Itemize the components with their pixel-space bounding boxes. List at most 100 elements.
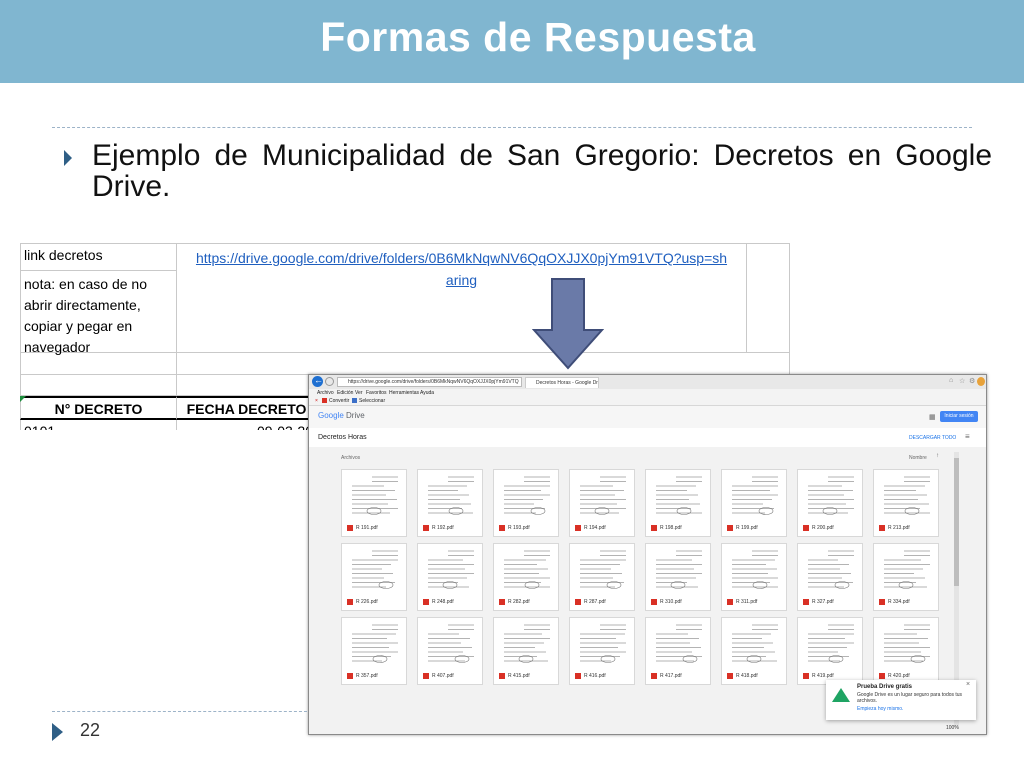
file-name: R 191.pdf [356,525,378,531]
file-name: R 334.pdf [888,599,910,605]
file-tile[interactable]: R 198.pdf [645,469,711,537]
list-view-icon[interactable]: ≡ [965,432,970,441]
file-tile[interactable]: R 282.pdf [493,543,559,611]
file-tile[interactable]: R 248.pdf [417,543,483,611]
file-tile[interactable]: R 311.pdf [721,543,787,611]
cell-fecha-value: 09-03-20 [177,420,317,430]
favorite-seleccionar[interactable]: Seleccionar [359,398,385,404]
back-arrow-icon: ← [314,375,323,385]
file-name: R 226.pdf [356,599,378,605]
document-thumbnail-icon [580,476,626,515]
pdf-icon [879,599,885,605]
document-thumbnail-icon [656,476,702,515]
pdf-icon [803,525,809,531]
file-name: R 357.pdf [356,673,378,679]
menu-item-edicion[interactable]: Edición [337,390,353,396]
file-tile[interactable]: R 310.pdf [645,543,711,611]
close-icon[interactable]: × [966,681,970,688]
menu-item-archivo[interactable]: Archivo [317,390,334,396]
file-name: R 420.pdf [888,673,910,679]
file-tile[interactable]: R 417.pdf [645,617,711,685]
document-thumbnail-icon [428,624,474,663]
home-icon[interactable]: ⌂ [949,377,953,384]
title-bar: Formas de Respuesta [0,0,1024,83]
pdf-icon [423,673,429,679]
file-name: R 416.pdf [584,673,606,679]
cell-link-label: link decretos [20,243,177,271]
cell-comment-marker-icon [20,396,26,402]
scrollbar-thumb[interactable] [954,458,959,586]
smiley-icon[interactable] [977,377,985,386]
pdf-icon [803,673,809,679]
document-thumbnail-icon [580,550,626,589]
browser-tab[interactable]: Decretos Horas - Google Dr... [525,377,599,388]
menu-item-herramientas[interactable]: Herramientas [389,390,419,396]
document-thumbnail-icon [808,624,854,663]
file-tile[interactable]: R 191.pdf [341,469,407,537]
file-tile[interactable]: R 419.pdf [797,617,863,685]
signin-button[interactable]: Iniciar sesión [940,411,978,422]
document-thumbnail-icon [732,624,778,663]
star-icon[interactable]: ☆ [959,377,965,385]
drive-link-line2[interactable]: aring [180,269,743,291]
pdf-icon [803,599,809,605]
file-name: R 200.pdf [812,525,834,531]
file-tile[interactable]: R 192.pdf [417,469,483,537]
promo-link[interactable]: Empieza hoy mismo. [857,706,903,712]
file-name: R 194.pdf [584,525,606,531]
file-name: R 415.pdf [508,673,530,679]
zoom-level[interactable]: 100% [946,725,959,731]
pdf-icon [423,525,429,531]
cell-empty [20,353,177,375]
url-field[interactable]: https://drive.google.com/drive/folders/0… [337,377,522,387]
file-tile[interactable]: R 416.pdf [569,617,635,685]
browser-address-bar: ← https://drive.google.com/drive/folders… [309,375,986,390]
file-tile[interactable]: R 226.pdf [341,543,407,611]
file-tile[interactable]: R 418.pdf [721,617,787,685]
promo-text: Google Drive es un lugar seguro para tod… [857,692,963,704]
download-all-button[interactable]: DESCARGAR TODO [909,435,956,441]
file-tile[interactable]: R 334.pdf [873,543,939,611]
file-tile[interactable]: R 327.pdf [797,543,863,611]
document-thumbnail-icon [580,624,626,663]
drive-logo[interactable]: Google Drive [318,411,365,420]
apps-grid-icon[interactable]: ▦ [929,413,936,421]
promo-popup: Prueba Drive gratis Google Drive es un l… [826,680,976,720]
back-button[interactable]: ← [312,375,323,387]
close-icon[interactable]: × [315,398,318,404]
gear-icon[interactable]: ⚙ [969,377,975,385]
file-tile[interactable]: R 407.pdf [417,617,483,685]
file-name: R 311.pdf [736,599,758,605]
sort-label[interactable]: Nombre [909,455,927,461]
file-tile[interactable]: R 420.pdf [873,617,939,685]
down-arrow-icon [532,278,604,370]
menu-item-ver[interactable]: Ver [355,390,363,396]
drive-link-line1[interactable]: https://drive.google.com/drive/folders/0… [180,247,743,269]
document-thumbnail-icon [656,624,702,663]
pdf-icon [879,673,885,679]
file-tile[interactable]: R 200.pdf [797,469,863,537]
section-label: Archivos [341,455,361,461]
menu-item-favoritos[interactable]: Favoritos [366,390,387,396]
file-tile[interactable]: R 357.pdf [341,617,407,685]
favorite-convertir[interactable]: Convertir [329,398,349,404]
file-tile[interactable]: R 193.pdf [493,469,559,537]
forward-button[interactable] [325,377,334,386]
drive-header: Google Drive ▦ Iniciar sesión [309,406,986,429]
top-separator [52,127,972,128]
cell-decreto-number: 0101 [20,420,177,430]
file-name: R 417.pdf [660,673,682,679]
file-tile[interactable]: R 199.pdf [721,469,787,537]
file-tile[interactable]: R 415.pdf [493,617,559,685]
menu-item-ayuda[interactable]: Ayuda [420,390,434,396]
file-tile[interactable]: R 287.pdf [569,543,635,611]
file-tile[interactable]: R 194.pdf [569,469,635,537]
document-thumbnail-icon [732,550,778,589]
document-thumbnail-icon [884,550,930,589]
sort-up-arrow-icon[interactable]: ↑ [936,453,939,459]
cell-empty [177,353,790,375]
file-tile[interactable]: R 213.pdf [873,469,939,537]
pdf-icon [322,398,327,403]
pdf-icon [499,599,505,605]
cell-drive-link[interactable]: https://drive.google.com/drive/folders/0… [177,243,747,353]
